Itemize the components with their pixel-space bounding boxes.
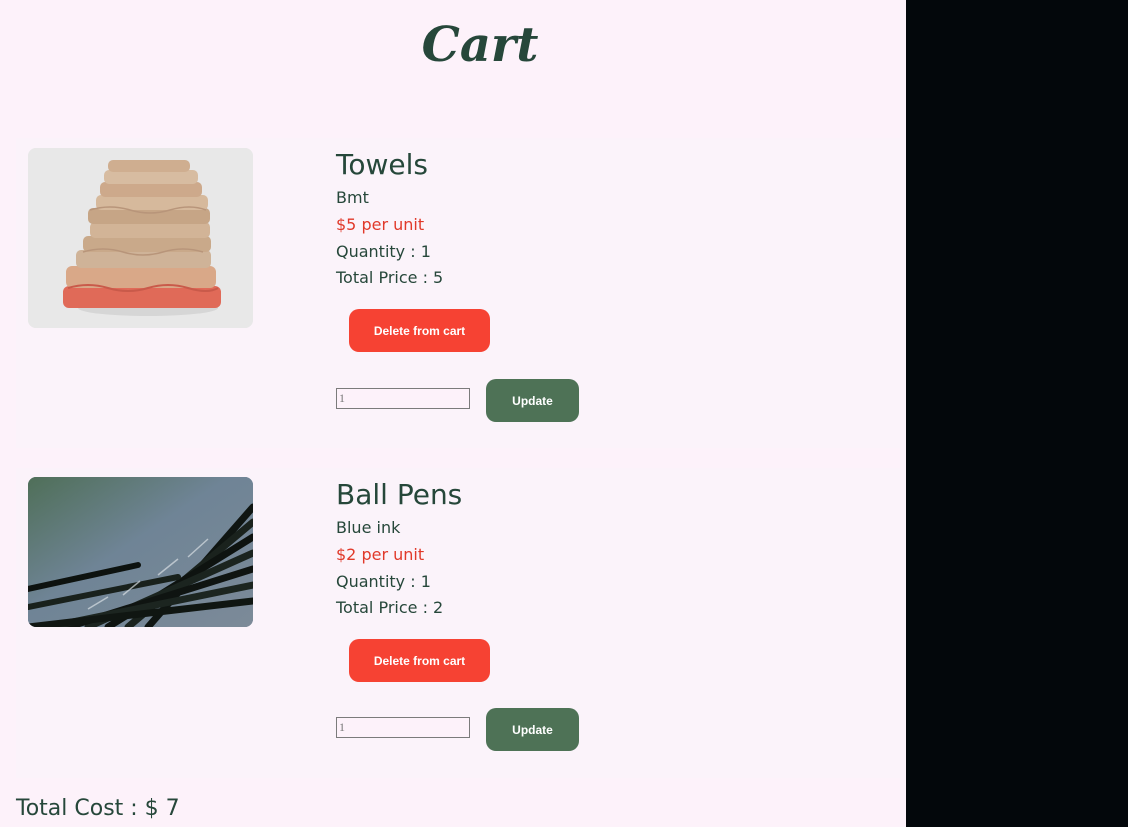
item-description: Bmt xyxy=(336,188,369,207)
delete-from-cart-button[interactable]: Delete from cart xyxy=(349,639,490,682)
ball-pens-image xyxy=(28,477,253,627)
item-total-price: Total Price : 5 xyxy=(336,268,444,287)
item-quantity: Quantity : 1 xyxy=(336,572,431,591)
item-total-price: Total Price : 2 xyxy=(336,598,444,617)
delete-from-cart-button[interactable]: Delete from cart xyxy=(349,309,490,352)
towels-illustration xyxy=(28,148,253,328)
cart-item: Towels Bmt $5 per unit Quantity : 1 Tota… xyxy=(16,138,900,448)
ball-pens-illustration xyxy=(28,477,253,627)
dark-side-panel xyxy=(906,0,1128,827)
page-title: Cart xyxy=(421,17,539,73)
towels-image xyxy=(28,148,253,328)
item-quantity: Quantity : 1 xyxy=(336,242,431,261)
item-price: $2 per unit xyxy=(336,545,425,564)
item-name: Towels xyxy=(336,148,428,181)
quantity-input[interactable] xyxy=(336,388,470,409)
cart-page: Cart Towels Bmt $5 per unit Quantity: 1… xyxy=(0,0,906,827)
item-price: $5 per unit xyxy=(336,215,425,234)
update-button[interactable]: Update xyxy=(486,708,579,751)
cart-item: Ball Pens Blue ink $2 per unit Quantity … xyxy=(16,468,900,778)
update-button[interactable]: Update xyxy=(486,379,579,422)
total-cost: Total Cost : $ 7 xyxy=(16,796,180,821)
quantity-input[interactable] xyxy=(336,717,470,738)
item-description: Blue ink xyxy=(336,518,401,537)
item-name: Ball Pens xyxy=(336,478,463,511)
